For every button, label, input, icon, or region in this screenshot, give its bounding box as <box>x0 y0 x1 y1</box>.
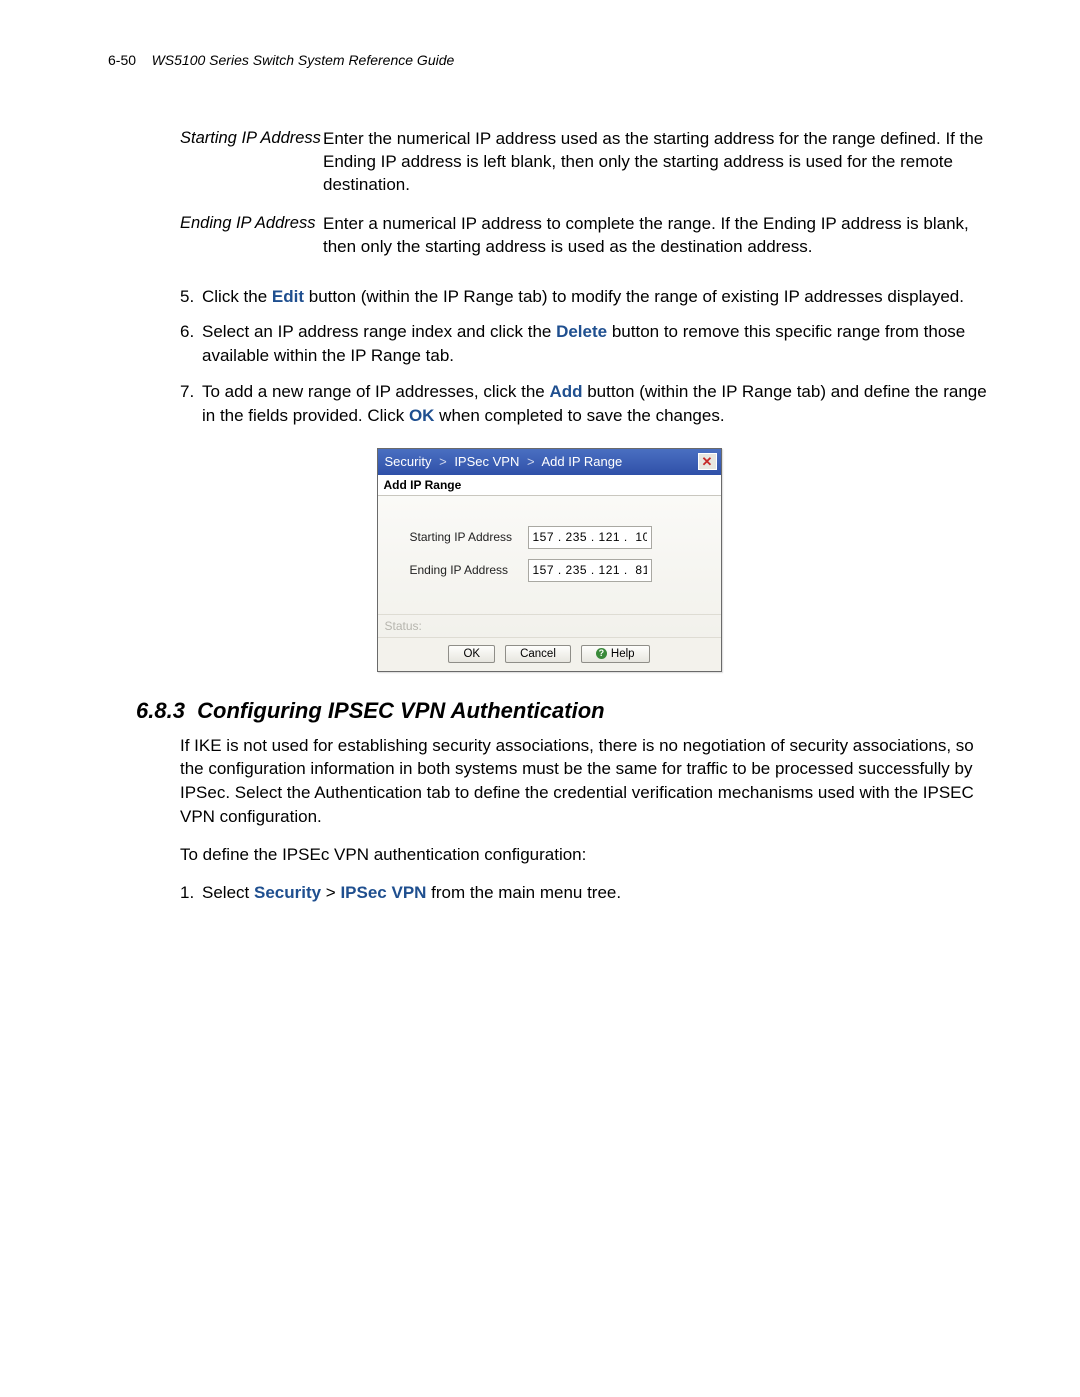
breadcrumb-item: Add IP Range <box>541 454 622 469</box>
breadcrumb-item: IPSec VPN <box>454 454 519 469</box>
ending-ip-input[interactable] <box>528 559 652 582</box>
step-list: 5. Click the Edit button (within the IP … <box>180 285 990 428</box>
section-title: Configuring IPSEC VPN Authentication <box>197 698 604 723</box>
step-list: 1. Select Security > IPSec VPN from the … <box>180 881 990 905</box>
edit-label: Edit <box>272 287 304 306</box>
step-number: 7. <box>180 380 202 428</box>
field-row: Ending IP Address <box>410 559 701 582</box>
step-text: To add a new range of IP addresses, clic… <box>202 380 990 428</box>
close-button[interactable]: ✕ <box>698 453 717 470</box>
field-row: Starting IP Address <box>410 526 701 549</box>
def-desc: Enter the numerical IP address used as t… <box>323 128 990 197</box>
add-ip-range-dialog: Security > IPSec VPN > Add IP Range ✕ Ad… <box>377 448 722 672</box>
ending-ip-label: Ending IP Address <box>410 563 528 577</box>
paragraph: If IKE is not used for establishing secu… <box>180 734 990 829</box>
step-number: 6. <box>180 320 202 368</box>
step-text: Click the Edit button (within the IP Ran… <box>202 285 990 309</box>
definition-row: Starting IP Address Enter the numerical … <box>180 128 990 197</box>
ok-label: OK <box>409 406 435 425</box>
help-icon: ? <box>596 648 607 659</box>
guide-title: WS5100 Series Switch System Reference Gu… <box>152 52 455 68</box>
dialog-screenshot: Security > IPSec VPN > Add IP Range ✕ Ad… <box>377 448 722 672</box>
definition-table: Starting IP Address Enter the numerical … <box>180 128 990 259</box>
chevron-right-icon: > <box>439 454 447 469</box>
cancel-button[interactable]: Cancel <box>505 645 571 663</box>
dialog-body: Starting IP Address Ending IP Address <box>378 496 721 614</box>
ok-button[interactable]: OK <box>448 645 495 663</box>
status-bar: Status: <box>378 614 721 637</box>
step-text: Select Security > IPSec VPN from the mai… <box>202 881 990 905</box>
step-number: 1. <box>180 881 202 905</box>
step-number: 5. <box>180 285 202 309</box>
def-desc: Enter a numerical IP address to complete… <box>323 213 990 259</box>
def-term: Ending IP Address <box>180 213 323 259</box>
page-number: 6-50 <box>108 52 136 68</box>
breadcrumb-item: Security <box>385 454 432 469</box>
chevron-right-icon: > <box>527 454 535 469</box>
help-button[interactable]: ? Help <box>581 645 650 663</box>
def-term: Starting IP Address <box>180 128 323 197</box>
dialog-subheader: Add IP Range <box>378 475 721 496</box>
step-item: 5. Click the Edit button (within the IP … <box>180 285 990 309</box>
breadcrumb: Security > IPSec VPN > Add IP Range <box>385 454 698 469</box>
section-heading: 6.8.3 Configuring IPSEC VPN Authenticati… <box>136 698 990 724</box>
page-header: 6-50 WS5100 Series Switch System Referen… <box>108 52 990 68</box>
starting-ip-label: Starting IP Address <box>410 530 528 544</box>
nav-ipsecvpn: IPSec VPN <box>340 883 426 902</box>
section-number: 6.8.3 <box>136 698 185 723</box>
page-content: 6-50 WS5100 Series Switch System Referen… <box>0 0 1080 966</box>
starting-ip-input[interactable] <box>528 526 652 549</box>
step-item: 1. Select Security > IPSec VPN from the … <box>180 881 990 905</box>
close-icon: ✕ <box>702 455 713 468</box>
step-item: 7. To add a new range of IP addresses, c… <box>180 380 990 428</box>
step-item: 6. Select an IP address range index and … <box>180 320 990 368</box>
add-label: Add <box>549 382 582 401</box>
paragraph: To define the IPSEc VPN authentication c… <box>180 843 990 867</box>
delete-label: Delete <box>556 322 607 341</box>
dialog-footer: OK Cancel ? Help <box>378 637 721 671</box>
step-text: Select an IP address range index and cli… <box>202 320 990 368</box>
definition-row: Ending IP Address Enter a numerical IP a… <box>180 213 990 259</box>
nav-security: Security <box>254 883 321 902</box>
dialog-titlebar: Security > IPSec VPN > Add IP Range ✕ <box>378 449 721 475</box>
